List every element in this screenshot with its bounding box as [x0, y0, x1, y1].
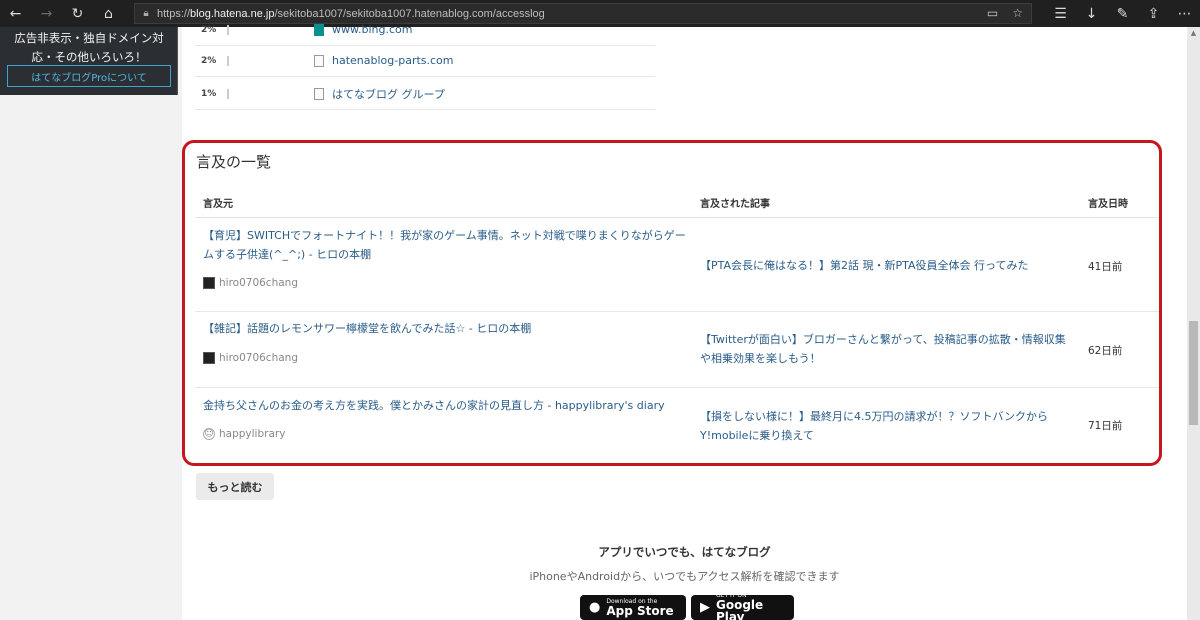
forward-arrow-icon[interactable]: →	[31, 0, 62, 27]
pen-icon[interactable]: ✎	[1107, 0, 1138, 27]
favorite-star-icon[interactable]: ☆	[1012, 6, 1023, 20]
source-link[interactable]: 【雑記】話題のレモンサワー檸檬堂を飲んでみた話☆ - ヒロの本棚	[203, 319, 693, 338]
percent-bar	[227, 24, 229, 35]
app-store-badge[interactable]: ● Download on the App Store	[580, 595, 686, 620]
scroll-thumb[interactable]	[1189, 321, 1198, 425]
percent-bar	[227, 55, 229, 66]
apple-icon: ●	[589, 600, 601, 615]
page-scrollbar[interactable]: ▲	[1187, 27, 1200, 620]
referrer-row: 2% www.bing.com	[195, 14, 655, 46]
referrer-row: 1% はてなブログ グループ	[195, 78, 655, 110]
refresh-icon[interactable]: ↻	[62, 0, 93, 27]
referrer-link[interactable]: はてなブログ グループ	[332, 86, 445, 102]
source-user[interactable]: hiro0706chang	[203, 277, 298, 289]
percent-bar	[227, 88, 229, 99]
header-date: 言及日時	[1088, 199, 1128, 210]
table-row: 金持ち父さんのお金の考え方を実践。僕とかみさんの家計の見直し方 - happyl…	[195, 388, 1160, 464]
table-row: 【雑記】話題のレモンサワー檸檬堂を飲んでみた話☆ - ヒロの本棚 hiro070…	[195, 312, 1160, 388]
source-link[interactable]: 金持ち父さんのお金の考え方を実践。僕とかみさんの家計の見直し方 - happyl…	[203, 396, 693, 415]
bing-icon	[314, 23, 324, 36]
page-icon	[314, 54, 324, 67]
favorites-list-icon[interactable]: ☰	[1045, 0, 1076, 27]
google-play-badge[interactable]: ▶ GET IT ON Google Play	[691, 592, 794, 620]
home-icon[interactable]: ⌂	[93, 0, 124, 27]
section-title: 言及の一覧	[196, 153, 272, 171]
table-header: 言及元 言及された記事 言及日時	[195, 183, 1160, 218]
mentions-table: 言及元 言及された記事 言及日時 【育児】SWITCHでフォートナイト！！我が家…	[195, 183, 1160, 464]
scroll-up-icon[interactable]: ▲	[1187, 29, 1200, 37]
source-user[interactable]: hiro0706chang	[203, 352, 298, 364]
app-promo-subtitle: iPhoneやAndroidから、いつでもアクセス解析を確認できます	[529, 570, 840, 583]
main-panel: 2% www.bing.com 2% hatenablog-parts.com …	[182, 23, 1187, 620]
reading-view-icon[interactable]: ▭	[987, 6, 998, 20]
download-icon[interactable]: ↓	[1076, 0, 1107, 27]
mention-date: 62日前	[1088, 345, 1123, 357]
play-icon: ▶	[700, 600, 710, 615]
source-user[interactable]: ☺ happylibrary	[203, 428, 285, 440]
table-row: 【育児】SWITCHでフォートナイト！！我が家のゲーム事情。ネット対戦で喋りまく…	[195, 218, 1160, 312]
article-link[interactable]: 【PTA会長に俺はなる！】第2話 現・新PTA役員全体会 行ってみた	[700, 256, 1070, 275]
read-more-button[interactable]: もっと読む	[196, 473, 274, 500]
article-link[interactable]: 【Twitterが面白い】ブロガーさんと繋がって、投稿記事の拡散・情報収集や相乗…	[700, 330, 1070, 368]
article-link[interactable]: 【損をしない様に！】最終月に4.5万円の請求が！？ソフトバンクからY!mobil…	[700, 407, 1070, 445]
header-article: 言及された記事	[700, 199, 770, 210]
source-link[interactable]: 【育児】SWITCHでフォートナイト！！我が家のゲーム事情。ネット対戦で喋りまく…	[203, 226, 693, 264]
avatar	[203, 277, 215, 289]
app-promo-title: アプリでいつでも、はてなブログ	[598, 545, 771, 559]
share-icon[interactable]: ⇪	[1138, 0, 1169, 27]
pro-about-button[interactable]: はてなブログProについて	[7, 65, 171, 87]
back-arrow-icon[interactable]: ←	[0, 0, 31, 27]
lock-icon: 🔒︎	[143, 8, 149, 19]
smile-icon: ☺	[203, 428, 215, 440]
header-source: 言及元	[203, 199, 233, 210]
mention-date: 71日前	[1088, 420, 1123, 432]
referrer-link[interactable]: www.bing.com	[332, 23, 412, 36]
pro-promo-box: 広告非表示・独自ドメイン対 応・その他いろいろ！ はてなブログProについて	[0, 27, 178, 95]
referrer-link[interactable]: hatenablog-parts.com	[332, 54, 454, 67]
page-icon	[314, 87, 324, 100]
avatar	[203, 352, 215, 364]
referrer-row: 2% hatenablog-parts.com	[195, 45, 655, 77]
mention-date: 41日前	[1088, 261, 1123, 273]
more-options-icon[interactable]: ⋯	[1169, 0, 1200, 27]
promo-text: 広告非表示・独自ドメイン対 応・その他いろいろ！	[14, 31, 164, 64]
